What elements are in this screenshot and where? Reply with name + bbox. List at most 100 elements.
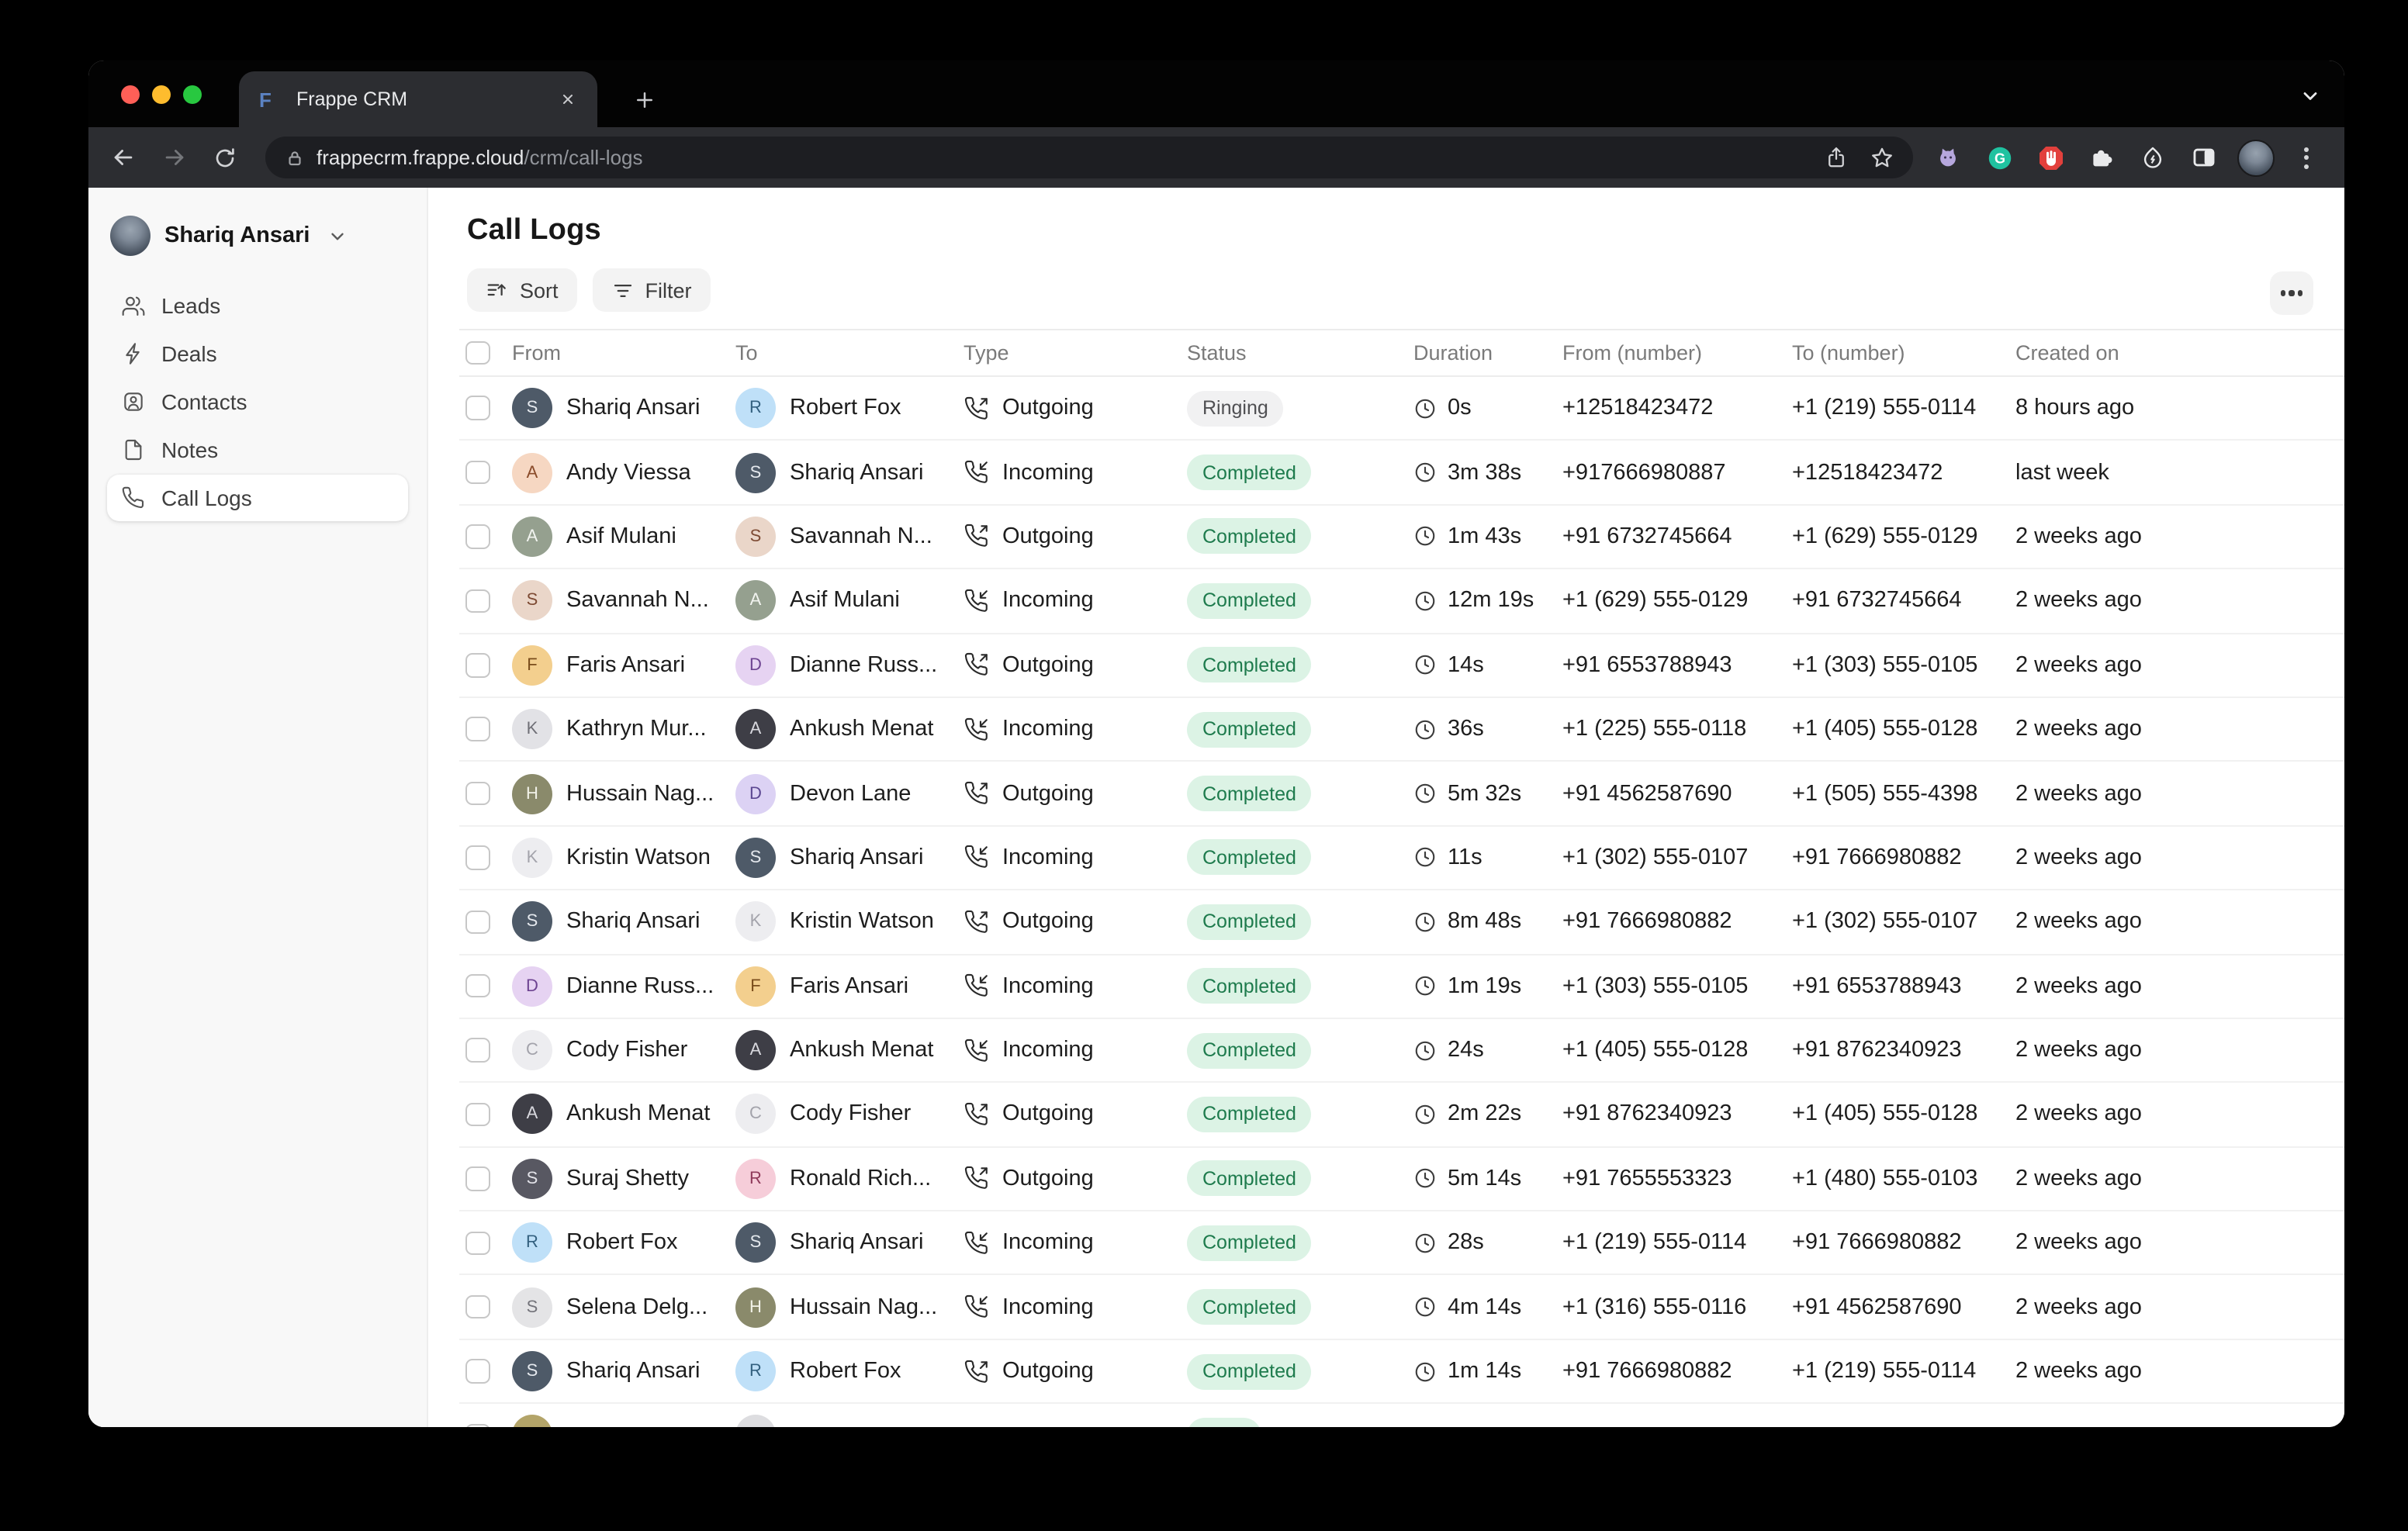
- row-checkbox[interactable]: [465, 589, 490, 613]
- reload-icon[interactable]: [206, 139, 244, 176]
- tab-search-chevron-icon[interactable]: [2295, 81, 2326, 112]
- contacts-icon: [121, 389, 146, 414]
- duration-cell: 1m 43s: [1413, 524, 1562, 549]
- status-badge: Completed: [1187, 840, 1312, 876]
- table-row[interactable]: SSuraj ShettyRRonald Rich...OutgoingComp…: [459, 1147, 2344, 1211]
- duration-value: 5m 14s: [1448, 1166, 1521, 1191]
- duration-value: 11s: [1448, 845, 1483, 870]
- table-row[interactable]: SShariq AnsariRRobert FoxOutgoingComplet…: [459, 1340, 2344, 1405]
- row-checkbox[interactable]: [465, 1360, 490, 1384]
- status-cell: Completed: [1187, 1289, 1413, 1325]
- sidebar-toggle-icon[interactable]: [2178, 134, 2230, 181]
- row-checkbox[interactable]: [465, 653, 490, 677]
- person-name: Savannah N...: [566, 589, 709, 613]
- browser-menu-icon[interactable]: [2281, 134, 2332, 181]
- bookmark-star-icon[interactable]: [1870, 145, 1894, 170]
- github-extension-icon[interactable]: [1922, 134, 1974, 181]
- list-actions: Sort Filter: [467, 268, 2344, 312]
- row-checkbox[interactable]: [465, 396, 490, 420]
- type-label: Outgoing: [1002, 653, 1094, 678]
- url-bar[interactable]: frappecrm.frappe.cloud/crm/call-logs: [265, 137, 1913, 178]
- created-on-cell: 2 weeks ago: [2015, 973, 2344, 998]
- status-cell: Completed: [1187, 1161, 1413, 1197]
- browser-profile-avatar[interactable]: [2230, 134, 2281, 181]
- to-number-cell: +12518423472: [1792, 460, 2015, 485]
- filter-button[interactable]: Filter: [593, 268, 711, 312]
- avatar: S: [512, 388, 552, 428]
- share-icon[interactable]: [1825, 146, 1848, 169]
- table-row[interactable]: AAnkush MenatCCody FisherOutgoingComplet…: [459, 1083, 2344, 1148]
- adblock-extension-icon[interactable]: [2025, 134, 2076, 181]
- row-checkbox[interactable]: [465, 461, 490, 485]
- duration-cell: 2m 22s: [1413, 1102, 1562, 1127]
- type-cell: Incoming: [964, 588, 1187, 614]
- clock-icon: [1413, 1360, 1437, 1383]
- table-row[interactable]: SSavannah N...AAsif MulaniIncomingComple…: [459, 569, 2344, 634]
- table-row[interactable]: AAsif MulaniSSavannah N...OutgoingComple…: [459, 506, 2344, 570]
- type-cell: Incoming: [964, 716, 1187, 742]
- person-name: Dianne Russ...: [790, 653, 937, 678]
- user-dropdown[interactable]: Shariq Ansari: [107, 216, 408, 256]
- from-number-cell: +1 (302) 555-0107: [1562, 845, 1792, 870]
- table-row[interactable]: AAndy ViessaSShariq AnsariIncomingComple…: [459, 441, 2344, 506]
- row-checkbox[interactable]: [465, 910, 490, 934]
- table-row[interactable]: KKathryn Mur...AAnkush MenatIncomingComp…: [459, 698, 2344, 762]
- energy-saver-leaf-icon[interactable]: [2127, 134, 2178, 181]
- more-options-button[interactable]: [2270, 271, 2313, 315]
- row-checkbox[interactable]: [465, 1423, 490, 1427]
- forward-icon[interactable]: [155, 139, 192, 176]
- row-checkbox[interactable]: [465, 974, 490, 998]
- status-badge: Completed: [1187, 904, 1312, 940]
- new-tab-button[interactable]: [625, 81, 663, 118]
- avatar: [735, 1415, 776, 1427]
- table-row[interactable]: DDianne Russ...FFaris AnsariIncomingComp…: [459, 955, 2344, 1019]
- to-cell: CCody Fisher: [735, 1094, 964, 1135]
- table-row[interactable]: KKristin WatsonSShariq AnsariIncomingCom…: [459, 826, 2344, 890]
- phone-outgoing-icon: [964, 524, 990, 550]
- row-checkbox[interactable]: [465, 1295, 490, 1319]
- duration-value: 1m 14s: [1448, 1359, 1521, 1384]
- row-checkbox[interactable]: [465, 782, 490, 806]
- table-row[interactable]: SShariq AnsariKKristin WatsonOutgoingCom…: [459, 890, 2344, 955]
- sidebar-item-contacts[interactable]: Contacts: [107, 378, 408, 425]
- zoom-window-button[interactable]: [183, 85, 202, 104]
- sort-button[interactable]: Sort: [467, 268, 577, 312]
- to-cell: AAnkush Menat: [735, 709, 964, 749]
- row-checkbox[interactable]: [465, 524, 490, 548]
- row-checkbox[interactable]: [465, 1039, 490, 1063]
- row-checkbox[interactable]: [465, 1102, 490, 1126]
- sidebar-item-notes[interactable]: Notes: [107, 427, 408, 473]
- sidebar-item-leads[interactable]: Leads: [107, 282, 408, 329]
- tab-close-icon[interactable]: [554, 85, 582, 113]
- close-window-button[interactable]: [121, 85, 140, 104]
- select-all-checkbox[interactable]: [465, 341, 490, 365]
- to-number-cell: +1 (480) 555-0103: [1792, 1166, 2015, 1191]
- table-row-partial[interactable]: [459, 1405, 2344, 1428]
- row-checkbox[interactable]: [465, 717, 490, 741]
- to-cell: RRobert Fox: [735, 388, 964, 428]
- type-cell: Incoming: [964, 1294, 1187, 1320]
- row-checkbox[interactable]: [465, 845, 490, 869]
- table-row[interactable]: SShariq AnsariRRobert FoxOutgoingRinging…: [459, 377, 2344, 441]
- table-row[interactable]: HHussain Nag...DDevon LaneOutgoingComple…: [459, 762, 2344, 827]
- status-badge: Completed: [1187, 1161, 1312, 1197]
- table-row[interactable]: CCody FisherAAnkush MenatIncomingComplet…: [459, 1019, 2344, 1083]
- sidebar-item-deals[interactable]: Deals: [107, 330, 408, 377]
- browser-tab[interactable]: F Frappe CRM: [239, 71, 597, 127]
- avatar: D: [512, 966, 552, 1006]
- avatar: A: [735, 1030, 776, 1070]
- table-row[interactable]: FFaris AnsariDDianne Russ...OutgoingComp…: [459, 634, 2344, 698]
- row-checkbox[interactable]: [465, 1166, 490, 1191]
- sidebar-item-call-logs[interactable]: Call Logs: [107, 475, 408, 521]
- grammarly-extension-icon[interactable]: G: [1974, 134, 2025, 181]
- minimize-window-button[interactable]: [152, 85, 171, 104]
- phone-incoming-icon: [964, 588, 990, 614]
- table-row[interactable]: SSelena Delg...HHussain Nag...IncomingCo…: [459, 1276, 2344, 1340]
- row-checkbox[interactable]: [465, 1231, 490, 1255]
- column-header: To: [735, 341, 964, 365]
- back-icon[interactable]: [104, 139, 141, 176]
- table-row[interactable]: RRobert FoxSShariq AnsariIncomingComplet…: [459, 1211, 2344, 1276]
- extensions-puzzle-icon[interactable]: [2076, 134, 2127, 181]
- created-on-cell: 2 weeks ago: [2015, 1294, 2344, 1319]
- to-number-cell: +91 7666980882: [1792, 1231, 2015, 1256]
